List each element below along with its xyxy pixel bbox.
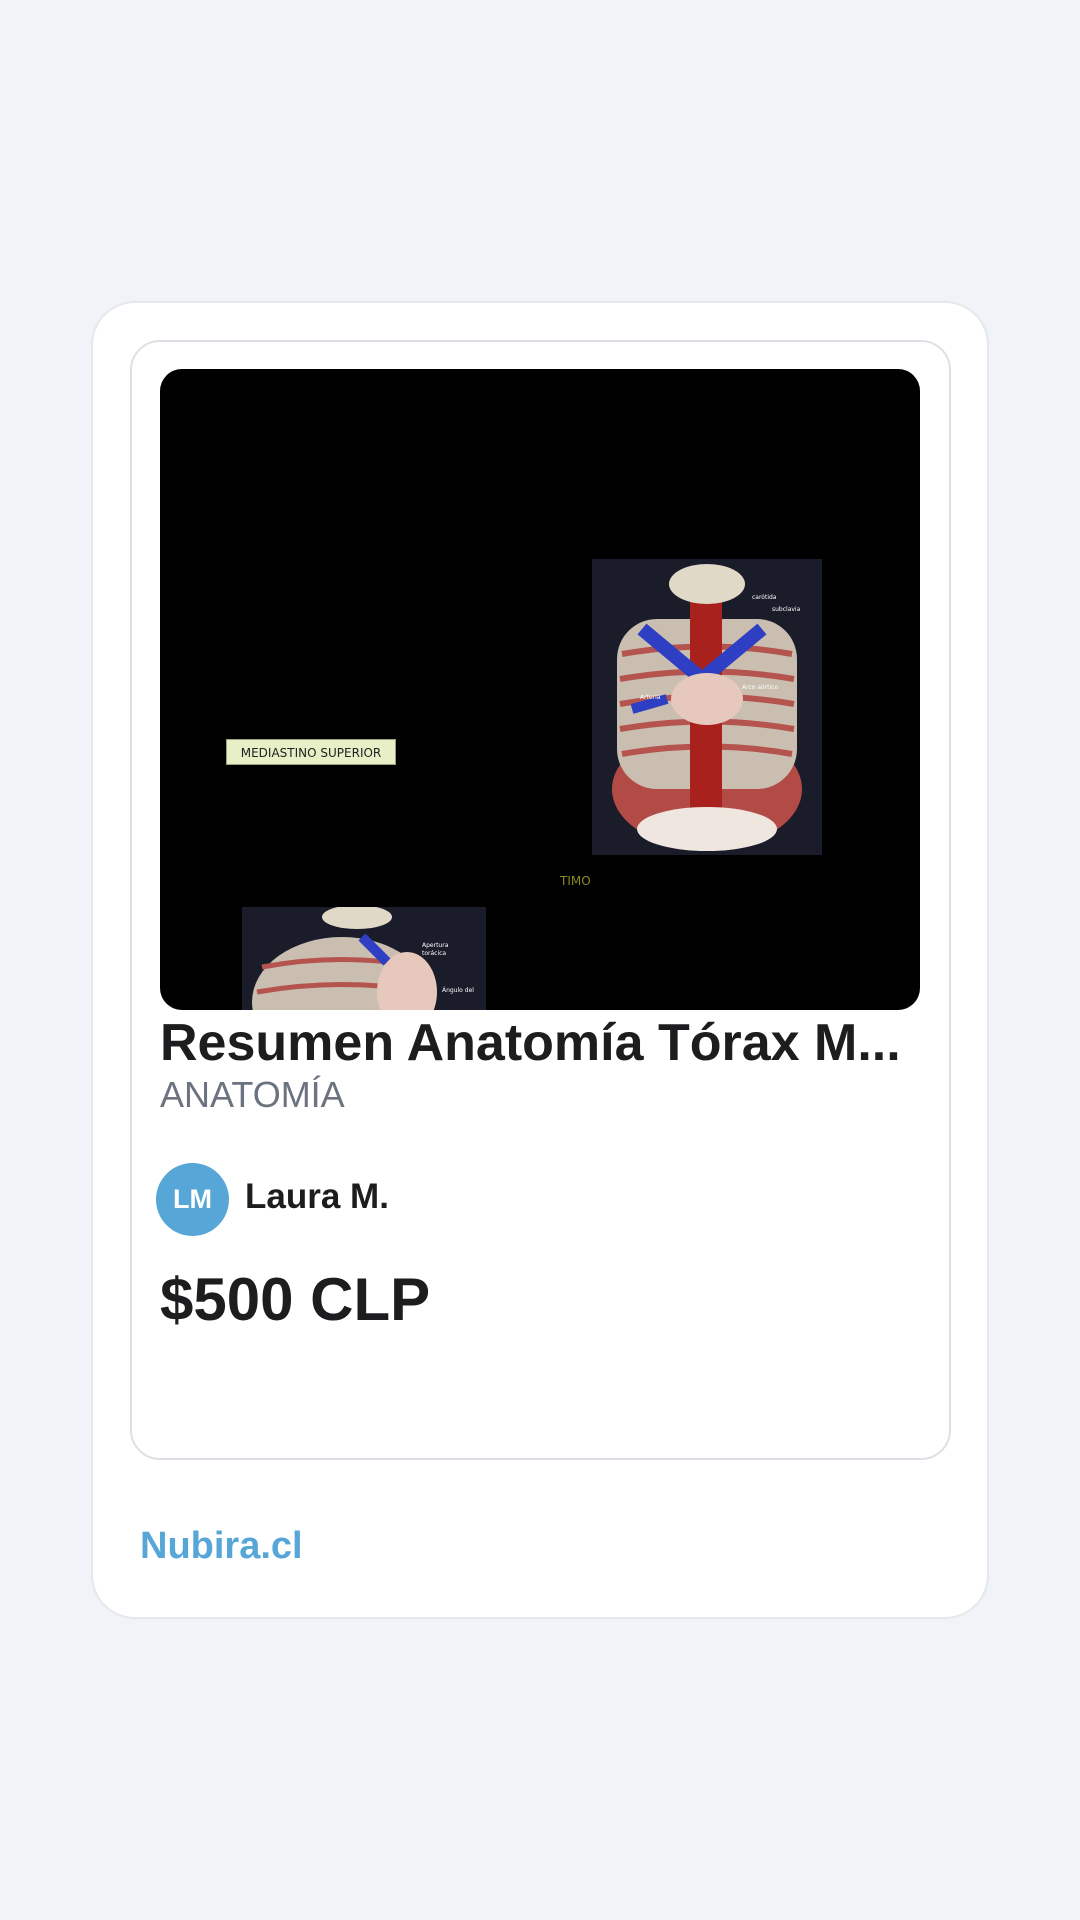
svg-text:Apertura: Apertura <box>422 942 449 949</box>
svg-text:Ángulo del: Ángulo del <box>442 987 474 994</box>
product-title[interactable]: Resumen Anatomía Tórax M... <box>160 1012 920 1074</box>
svg-text:carótida: carótida <box>752 594 777 601</box>
thymus-anatomy-image: Apertura torácica Ángulo del <box>242 907 486 1010</box>
slide-tag: TIMO <box>560 874 591 888</box>
svg-text:Arteria: Arteria <box>640 694 661 701</box>
svg-text:subclavia: subclavia <box>772 606 801 613</box>
product-thumbnail[interactable]: MEDIASTINO SUPERIOR TIMO carótida subcla… <box>160 369 920 1010</box>
svg-text:torácica: torácica <box>422 950 446 957</box>
author-name[interactable]: Laura M. <box>245 1175 389 1219</box>
thorax-anatomy-image: carótida subclavia Arco aórtico Arteria <box>592 559 822 855</box>
brand-link[interactable]: Nubira.cl <box>140 1522 303 1570</box>
svg-text:Arco aórtico: Arco aórtico <box>742 684 778 691</box>
product-category: ANATOMÍA <box>160 1074 345 1115</box>
product-price: $500 CLP <box>160 1266 431 1333</box>
author-avatar[interactable]: LM <box>156 1163 229 1236</box>
author-initials: LM <box>173 1184 212 1214</box>
slide-label: MEDIASTINO SUPERIOR <box>226 739 396 765</box>
